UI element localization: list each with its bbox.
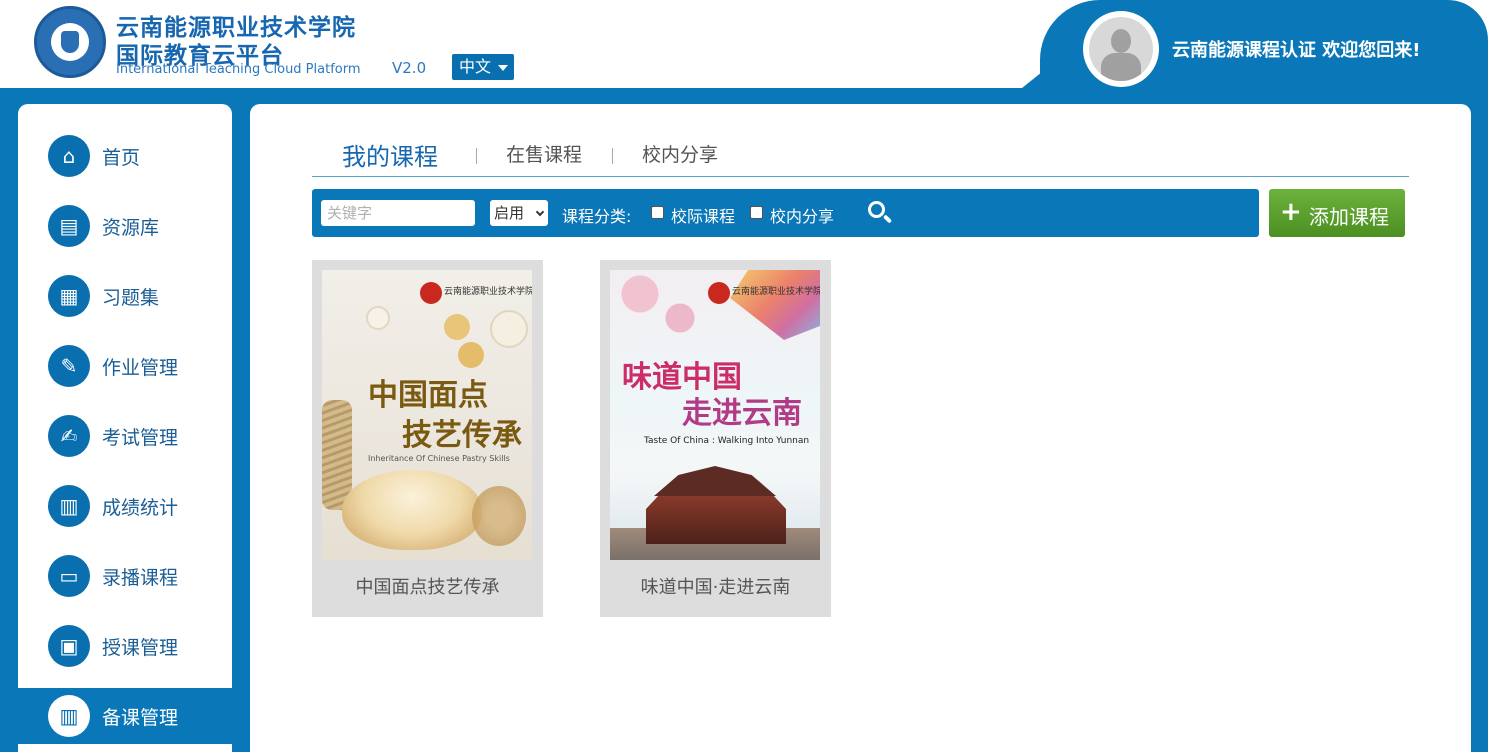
add-course-button[interactable]: + 添加课程 <box>1269 189 1405 237</box>
chevron-down-icon <box>535 207 545 217</box>
cover-subtitle-en: Taste Of China : Walking Into Yunnan <box>644 436 810 446</box>
sidebar-item-label: 成绩统计 <box>102 497 179 519</box>
sidebar-item-label: 授课管理 <box>102 637 179 659</box>
course-tabs: 我的课程 在售课程 校内分享 <box>312 140 1409 177</box>
cover-title-line1: 中国面点 <box>368 378 488 413</box>
briefcase-icon: ▤ <box>48 205 90 247</box>
course-card[interactable]: 云南能源职业技术学院 中国面点 技艺传承 Inheritance Of Chin… <box>312 260 543 617</box>
cover-title-line2: 走进云南 <box>682 396 802 431</box>
course-title[interactable]: 中国面点技艺传承 <box>312 573 543 599</box>
notebook-icon: ▦ <box>48 275 90 317</box>
school-logo <box>34 6 106 78</box>
edit-icon: ✎ <box>48 345 90 387</box>
sidebar-item-recorded-courses[interactable]: ▭ 录播课程 <box>18 548 232 604</box>
user-silhouette-icon <box>1089 17 1153 81</box>
cover-school-name: 云南能源职业技术学院 <box>732 287 820 297</box>
sidebar-item-label: 首页 <box>102 147 141 169</box>
sidebar-item-label: 资源库 <box>102 217 160 239</box>
language-switcher[interactable]: 中文 <box>452 54 514 80</box>
platform-name-en: International Teaching Cloud Platform <box>116 62 361 77</box>
sidebar-item-homework[interactable]: ✎ 作业管理 <box>18 338 232 394</box>
exam-icon: ✍ <box>48 415 90 457</box>
sidebar-item-resources[interactable]: ▤ 资源库 <box>18 198 232 254</box>
id-card-icon: ▣ <box>48 625 90 667</box>
course-cover-image[interactable]: 云南能源职业技术学院 中国面点 技艺传承 Inheritance Of Chin… <box>322 270 532 560</box>
tab-my-courses[interactable]: 我的课程 <box>342 137 438 172</box>
sidebar-item-grades[interactable]: ▥ 成绩统计 <box>18 478 232 534</box>
tab-divider <box>476 148 477 164</box>
avatar[interactable] <box>1083 11 1159 87</box>
add-course-label: 添加课程 <box>1309 205 1389 229</box>
course-card[interactable]: 云南能源职业技术学院 味道中国 走进云南 Taste Of China : Wa… <box>600 260 831 617</box>
search-button[interactable] <box>866 199 894 227</box>
status-select[interactable]: 启用 <box>490 200 548 226</box>
books-icon: ▥ <box>48 695 90 737</box>
cover-title-line2: 技艺传承 <box>402 418 522 453</box>
category-label: 课程分类: <box>562 207 632 226</box>
main-content: 我的课程 在售课程 校内分享 启用 课程分类: 校际课程 校内分享 + 添加课程 <box>250 104 1471 752</box>
course-cover-image[interactable]: 云南能源职业技术学院 味道中国 走进云南 Taste Of China : Wa… <box>610 270 820 560</box>
bar-chart-icon: ▥ <box>48 485 90 527</box>
school-seal-icon <box>708 282 730 304</box>
checkbox-label[interactable]: 校际课程 <box>671 203 735 227</box>
caret-down-icon <box>498 65 508 71</box>
sidebar-item-teaching[interactable]: ▣ 授课管理 <box>18 618 232 674</box>
presentation-icon: ▭ <box>48 555 90 597</box>
platform-version: V2.0 <box>392 59 427 77</box>
sidebar-item-label: 考试管理 <box>102 427 179 449</box>
sidebar-item-label: 作业管理 <box>102 357 179 379</box>
sidebar: ⌂ 首页 ▤ 资源库 ▦ 习题集 ✎ 作业管理 ✍ 考试管理 ▥ 成绩统计 ▭ … <box>18 104 232 752</box>
sidebar-item-label: 备课管理 <box>102 707 179 729</box>
sidebar-item-lesson-prep[interactable]: ▥ 备课管理 <box>18 688 232 744</box>
language-label: 中文 <box>459 57 492 76</box>
cover-school-name: 云南能源职业技术学院 <box>444 287 532 297</box>
status-selected-value: 启用 <box>494 204 525 222</box>
cover-subtitle-en: Inheritance Of Chinese Pastry Skills <box>368 454 510 463</box>
checkbox-intercollegiate[interactable] <box>651 206 664 219</box>
course-title[interactable]: 味道中国·走进云南 <box>600 573 831 599</box>
school-seal-icon <box>420 282 442 304</box>
sidebar-item-label: 录播课程 <box>102 567 179 589</box>
checkbox-campus-share[interactable] <box>750 206 763 219</box>
filter-bar: 启用 课程分类: 校际课程 校内分享 <box>312 189 1259 237</box>
sidebar-item-exercises[interactable]: ▦ 习题集 <box>18 268 232 324</box>
tab-divider <box>612 148 613 164</box>
sidebar-item-home[interactable]: ⌂ 首页 <box>18 128 232 184</box>
plus-icon: + <box>1280 197 1302 227</box>
welcome-message: 云南能源课程认证 欢迎您回来! <box>1172 40 1421 61</box>
tab-campus-share[interactable]: 校内分享 <box>642 140 718 167</box>
tab-courses-on-sale[interactable]: 在售课程 <box>506 140 582 167</box>
sidebar-item-exams[interactable]: ✍ 考试管理 <box>18 408 232 464</box>
home-icon: ⌂ <box>48 135 90 177</box>
keyword-input[interactable] <box>321 200 475 226</box>
sidebar-item-label: 习题集 <box>102 287 160 309</box>
checkbox-label[interactable]: 校内分享 <box>770 203 834 227</box>
